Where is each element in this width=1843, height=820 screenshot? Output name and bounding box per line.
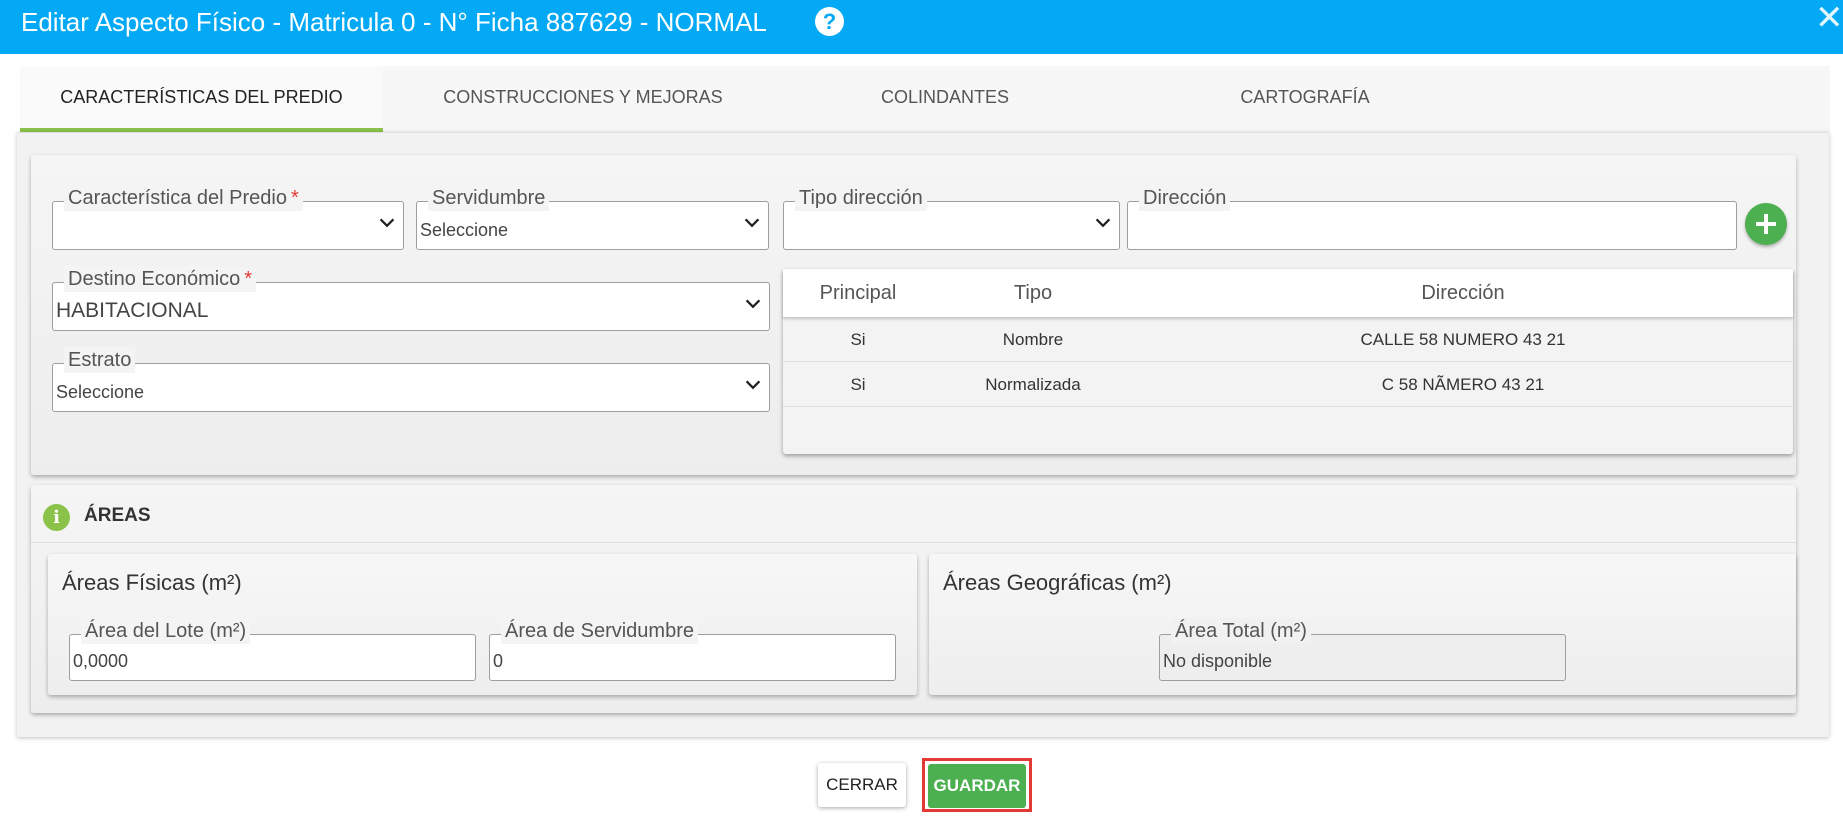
tipo-direccion-select[interactable]: Tipo dirección [783, 185, 1120, 250]
cerrar-button[interactable]: CERRAR [818, 763, 906, 807]
areas-fisicas-title: Áreas Físicas (m²) [62, 570, 242, 595]
chevron-down-icon [745, 299, 761, 309]
tab-colindantes[interactable]: COLINDANTES [820, 66, 1070, 132]
chevron-down-icon [379, 218, 395, 228]
guardar-button[interactable]: GUARDAR [928, 764, 1026, 808]
add-address-button[interactable] [1745, 203, 1787, 245]
area-total-input: Área Total (m²) No disponible [1159, 618, 1566, 681]
tab-bar: CARACTERÍSTICAS DEL PREDIO CONSTRUCCIONE… [20, 66, 1830, 132]
chevron-down-icon [745, 380, 761, 390]
column-header-principal[interactable]: Principal [783, 269, 933, 317]
address-table: Principal Tipo Dirección Si Nombre CALLE… [783, 269, 1793, 454]
info-icon: i [43, 504, 70, 531]
table-row[interactable]: Si Nombre CALLE 58 NUMERO 43 21 [783, 317, 1793, 362]
tab-caracteristicas-del-predio[interactable]: CARACTERÍSTICAS DEL PREDIO [20, 66, 383, 132]
chevron-down-icon [744, 218, 760, 228]
destino-economico-select[interactable]: Destino Económico * HABITACIONAL [52, 266, 770, 331]
table-row[interactable]: Si Normalizada C 58 NÃMERO 43 21 [783, 362, 1793, 407]
tab-cartografia[interactable]: CARTOGRAFÍA [1155, 66, 1455, 132]
tab-construcciones-y-mejoras[interactable]: CONSTRUCCIONES Y MEJORAS [383, 66, 783, 132]
column-header-tipo[interactable]: Tipo [933, 269, 1133, 317]
areas-title: ÁREAS [84, 505, 151, 526]
dialog-title: Editar Aspecto Físico - Matricula 0 - N°… [21, 7, 767, 37]
servidumbre-select[interactable]: Servidumbre Seleccione [416, 185, 769, 250]
estrato-select[interactable]: Estrato Seleccione [52, 347, 770, 412]
area-de-servidumbre-input[interactable]: Área de Servidumbre 0 [489, 618, 896, 681]
chevron-down-icon [1095, 218, 1111, 228]
area-del-lote-input[interactable]: Área del Lote (m²) 0,0000 [69, 618, 476, 681]
dialog-titlebar: Editar Aspecto Físico - Matricula 0 - N°… [0, 0, 1843, 54]
areas-header: i ÁREAS [31, 485, 1796, 543]
help-icon[interactable]: ? [815, 7, 844, 36]
column-header-direccion[interactable]: Dirección [1133, 269, 1793, 317]
table-header: Principal Tipo Dirección [783, 269, 1793, 317]
close-icon[interactable]: ✕ [1815, 0, 1843, 36]
areas-geograficas-title: Áreas Geográficas (m²) [943, 570, 1172, 595]
direccion-input[interactable]: Dirección [1127, 185, 1737, 250]
caracteristica-del-predio-select[interactable]: Característica del Predio * [52, 185, 404, 250]
